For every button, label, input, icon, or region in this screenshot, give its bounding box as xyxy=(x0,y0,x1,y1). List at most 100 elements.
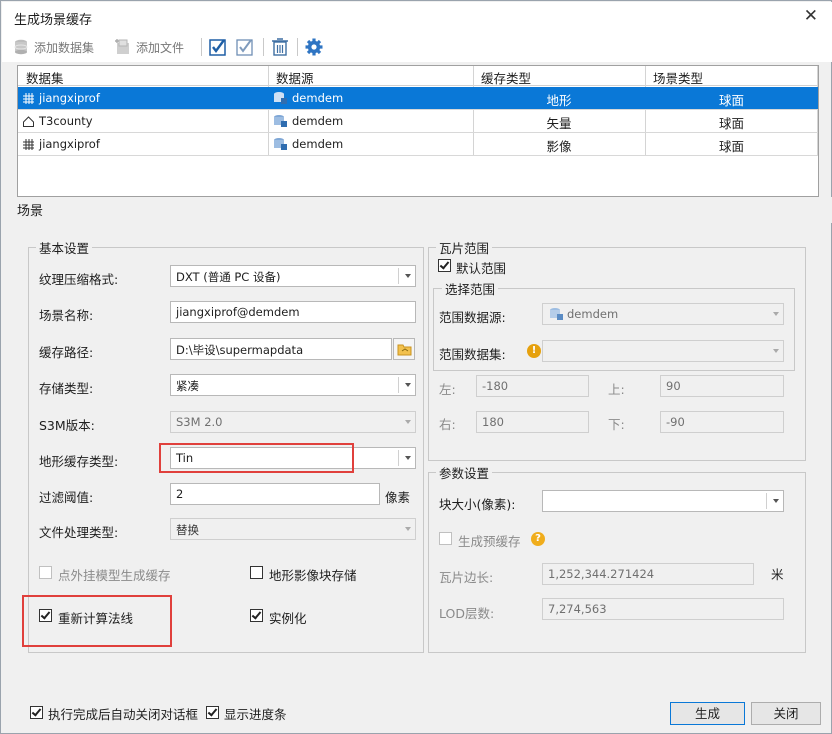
cache-path-label: 缓存路径: xyxy=(39,345,94,360)
delete-icon[interactable] xyxy=(270,37,290,57)
folder-icon xyxy=(397,344,412,356)
lod-label: LOD层数: xyxy=(439,606,495,621)
dropdown-separator xyxy=(766,493,767,509)
range-dataset-select[interactable] xyxy=(542,340,784,362)
chevron-down-icon xyxy=(405,274,411,278)
chevron-down-icon xyxy=(773,312,779,316)
s3m-version-label: S3M版本: xyxy=(39,418,95,433)
highlight-box xyxy=(159,443,354,473)
bottom-label: 下: xyxy=(608,417,625,432)
top-label: 上: xyxy=(608,382,625,397)
instancing-checkbox[interactable] xyxy=(250,609,263,622)
datasource-icon xyxy=(274,138,287,150)
cache-type-cell[interactable]: 地形 xyxy=(474,90,644,109)
grid-dataset-icon xyxy=(23,138,34,150)
close-button[interactable]: 关闭 xyxy=(751,702,821,725)
point-model-checkbox[interactable] xyxy=(39,566,52,579)
region-dataset-icon xyxy=(23,115,34,127)
database-icon xyxy=(14,39,28,55)
add-dataset-button[interactable]: 添加数据集 xyxy=(12,37,94,57)
add-file-button[interactable]: 添加文件 xyxy=(114,37,184,57)
range-dataset-label: 范围数据集: xyxy=(439,347,506,362)
generate-button[interactable]: 生成 xyxy=(670,702,745,725)
dropdown-separator xyxy=(398,450,399,466)
pre-cache-label: 生成预缓存 xyxy=(458,534,521,549)
gear-icon[interactable] xyxy=(304,37,324,57)
show-progress-label: 显示进度条 xyxy=(224,707,287,722)
lod-input[interactable]: 7,274,563 xyxy=(542,598,784,620)
scene-name-input[interactable]: jiangxiprof@demdem xyxy=(170,301,416,323)
left-label: 左: xyxy=(439,382,456,397)
title-bar: 生成场景缓存 ✕ xyxy=(2,2,832,32)
show-progress-checkbox[interactable] xyxy=(206,706,219,719)
check-icon xyxy=(439,259,450,270)
table-row[interactable]: T3county demdem 矢量 球面 xyxy=(18,110,818,133)
close-icon[interactable]: ✕ xyxy=(804,6,818,26)
filter-threshold-input[interactable]: 2 xyxy=(170,483,380,505)
add-file-label: 添加文件 xyxy=(136,40,185,55)
toolbar: 添加数据集 添加文件 xyxy=(2,32,832,62)
table-row[interactable]: jiangxiprof demdem 地形 球面 xyxy=(18,87,818,110)
file-processing-select[interactable]: 替换 xyxy=(170,518,416,540)
block-size-label: 块大小(像素): xyxy=(439,497,516,512)
top-input[interactable]: 90 xyxy=(660,375,784,397)
warning-icon: ! xyxy=(527,344,541,358)
tab-bar: 场景 xyxy=(2,197,832,223)
datasource-cell: demdem xyxy=(272,114,343,128)
browse-folder-button[interactable] xyxy=(393,338,415,360)
scene-type-cell[interactable]: 球面 xyxy=(646,113,817,132)
scene-type-cell[interactable]: 球面 xyxy=(646,136,817,155)
s3m-version-select[interactable]: S3M 2.0 xyxy=(170,411,416,433)
filter-unit-label: 像素 xyxy=(385,490,411,505)
add-file-icon xyxy=(115,39,129,54)
auto-close-label: 执行完成后自动关闭对话框 xyxy=(48,707,199,722)
default-range-checkbox[interactable] xyxy=(438,259,451,272)
chevron-down-icon xyxy=(405,383,411,387)
chevron-down-icon xyxy=(773,499,779,503)
help-icon[interactable]: ? xyxy=(531,532,545,546)
tab-scene[interactable]: 场景 xyxy=(17,200,43,219)
column-header-dataset[interactable]: 数据集 xyxy=(26,68,64,87)
table-header: 数据集 数据源 缓存类型 场景类型 xyxy=(18,66,818,86)
toolbar-separator xyxy=(263,38,264,56)
storage-type-label: 存储类型: xyxy=(39,381,94,396)
check-icon xyxy=(251,609,262,620)
left-input[interactable]: -180 xyxy=(476,375,589,397)
block-size-select[interactable] xyxy=(542,490,784,512)
scene-type-cell[interactable]: 球面 xyxy=(646,90,817,109)
filter-threshold-label: 过滤阈值: xyxy=(39,490,94,505)
tile-edge-label: 瓦片边长: xyxy=(439,570,494,585)
datasource-icon xyxy=(274,115,287,127)
column-header-cache-type[interactable]: 缓存类型 xyxy=(481,68,531,87)
terrain-block-checkbox[interactable] xyxy=(250,566,263,579)
pre-cache-checkbox[interactable] xyxy=(439,532,452,545)
grid-dataset-icon xyxy=(23,92,34,104)
check-icon xyxy=(207,706,218,717)
table-row[interactable]: jiangxiprof demdem 影像 球面 xyxy=(18,133,818,156)
cache-type-cell[interactable]: 矢量 xyxy=(474,113,644,132)
chevron-down-icon xyxy=(405,456,411,460)
dataset-cell: jiangxiprof xyxy=(22,91,100,105)
cache-path-input[interactable]: D:\毕设\supermapdata xyxy=(170,338,392,360)
dataset-cell: T3county xyxy=(22,114,93,128)
storage-type-select[interactable]: 紧凑 xyxy=(170,374,416,396)
select-all-icon[interactable] xyxy=(208,37,228,57)
param-settings-title: 参数设置 xyxy=(436,463,493,482)
terrain-cache-type-label: 地形缓存类型: xyxy=(39,454,119,469)
datasource-cell: demdem xyxy=(272,137,343,151)
dataset-cell: jiangxiprof xyxy=(22,137,100,151)
tile-edge-input[interactable]: 1,252,344.271424 xyxy=(542,563,754,585)
datasource-cell: demdem xyxy=(272,91,343,105)
column-header-datasource[interactable]: 数据源 xyxy=(276,68,314,87)
invert-select-icon[interactable] xyxy=(235,37,255,57)
right-input[interactable]: 180 xyxy=(476,411,589,433)
cache-type-cell[interactable]: 影像 xyxy=(474,136,644,155)
datasource-icon xyxy=(550,308,563,320)
bottom-input[interactable]: -90 xyxy=(660,411,784,433)
tile-range-title: 瓦片范围 xyxy=(436,238,493,257)
range-datasource-select[interactable]: demdem xyxy=(542,303,784,325)
auto-close-checkbox[interactable] xyxy=(30,706,43,719)
texture-format-select[interactable]: DXT (普通 PC 设备) xyxy=(170,265,416,287)
instancing-label: 实例化 xyxy=(269,611,307,626)
column-header-scene-type[interactable]: 场景类型 xyxy=(653,68,703,87)
